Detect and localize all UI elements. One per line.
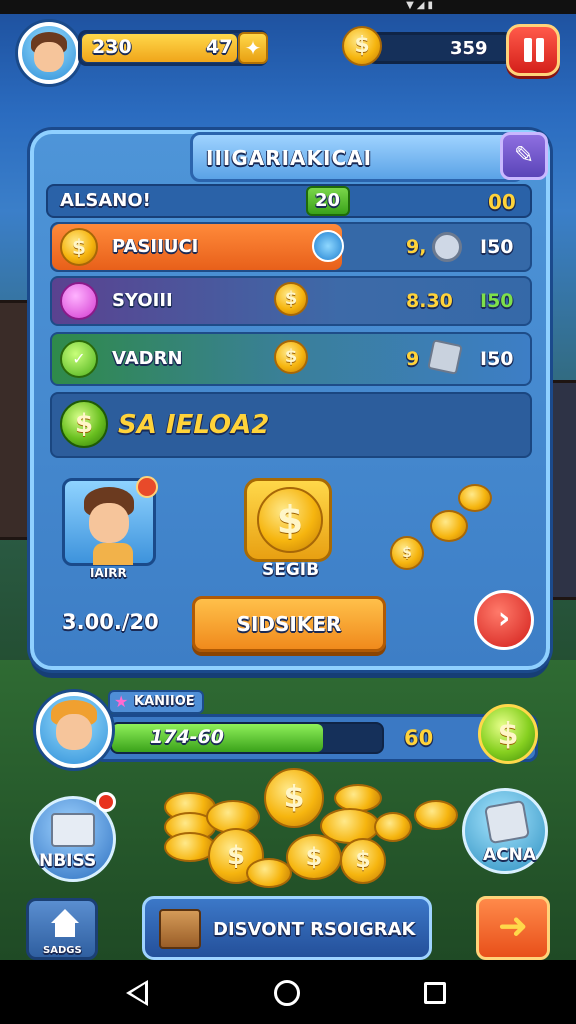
progress-text: 174-60 [150,726,224,748]
row-value-2: I50 [480,348,514,370]
panel-title: IIIGARIAKICAI [206,146,373,170]
row-value-2: I50 [480,236,514,258]
stack-icon [51,813,95,847]
settings-button[interactable]: ACNA [462,788,548,874]
arrow-right-icon: ➜ [497,906,529,947]
heart-badge-icon [136,476,158,498]
back-icon-inner [131,984,145,1002]
coin-count: 359 [450,38,488,59]
action-button[interactable]: SIDSIKER [192,596,386,652]
home-icon-body [55,923,75,937]
progress-tag-text: KANIIOE [134,694,195,709]
player-avatar[interactable] [18,22,80,84]
row-value: 9, [406,236,427,258]
crate-icon [159,909,201,949]
reward-coin-icon: $ [274,282,308,316]
gear-block-icon [484,799,530,845]
check-coin-icon: ✓ [60,340,98,378]
character-label: IAIRR [90,566,127,580]
header-count: 20 [315,190,341,211]
action-button-label: SIDSIKER [236,612,342,636]
system-nav-bar [0,960,576,1024]
crate-icon [427,339,463,375]
header-label: ALSANO! [60,190,151,211]
bonus-coin-icon: $ [60,400,108,448]
next-button[interactable]: › [474,590,534,650]
row-value: 8.30 [406,290,453,312]
home-label: SADGS [43,945,82,956]
chevron-right-icon: › [497,601,511,636]
coin-symbol: $ [354,33,370,58]
plus-star-icon: ✦ [244,36,262,60]
status-bar: ▼◢▮ [0,0,576,14]
add-xp-button[interactable]: ✦ [238,32,268,64]
reward-coin-icon: $ [274,340,308,374]
star-icon: ★ [114,692,129,711]
home-icon [51,909,79,923]
coin-bar [360,32,520,64]
flying-coin-icon [430,510,468,542]
row-label: VADRN [112,348,183,369]
notification-dot [96,792,116,812]
progress-value: 60 [404,726,434,750]
flying-coin-icon: $ [390,536,424,570]
home-circle-icon[interactable] [274,980,300,1006]
inventory-label: NBISS [39,851,97,871]
row-value-2: I50 [480,290,514,312]
pause-button[interactable] [506,24,560,76]
pause-icon-bar2 [536,38,544,62]
token-icon [432,232,462,262]
row-label: PASIIUCI [112,236,199,257]
signal-icon: ▼◢▮ [406,0,436,11]
chest-label: SEGIB [262,560,320,580]
row-value: 9 [406,348,420,370]
level-text: 230 [92,36,132,58]
amount-text: 3.00./20 [62,610,159,634]
edit-button[interactable]: ✎ [500,132,548,180]
info-icon[interactable] [312,230,344,262]
player-portrait[interactable] [36,692,112,768]
settings-label: ACNA [483,845,537,865]
coin-icon: $ [342,26,382,66]
recents-icon[interactable] [424,982,446,1004]
reward-coin-icon: $ [60,228,98,266]
shop-button[interactable]: DISVONT RSOIGRAK [142,896,432,960]
header-value: 00 [488,190,516,214]
pencil-icon: ✎ [513,141,535,169]
xp-text: 47 [206,36,233,58]
pause-icon [524,38,532,62]
home-button[interactable]: SADGS [26,898,98,960]
row-label: SYOIII [112,290,173,311]
banner-text: SA IELOA2 [118,410,270,440]
gem-icon [60,282,98,320]
forward-button[interactable]: ➜ [476,896,550,960]
green-coin-button[interactable]: $ [478,704,538,764]
flying-coin-icon [458,484,492,512]
coin-chest[interactable]: $ [244,478,332,562]
shop-label: DISVONT RSOIGRAK [213,919,416,940]
